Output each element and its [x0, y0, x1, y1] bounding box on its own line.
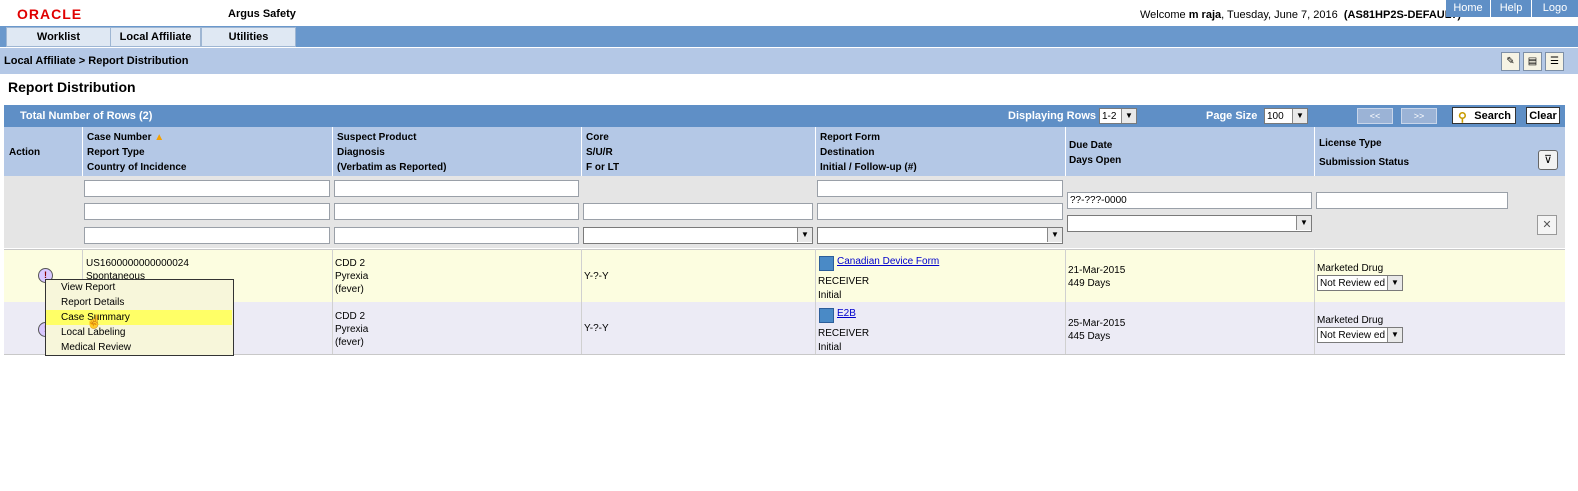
days-open: 449 Days: [1068, 278, 1111, 289]
destination: RECEIVER: [818, 276, 870, 287]
case-number-filter[interactable]: [84, 180, 330, 197]
diagnosis: Pyrexia: [335, 271, 369, 282]
home-link[interactable]: Home: [1446, 0, 1490, 17]
report-form-link[interactable]: Canadian Device Form: [837, 256, 939, 267]
page-title: Report Distribution: [8, 79, 136, 95]
open-folder-icon[interactable]: ▤: [1523, 52, 1542, 71]
chevron-down-icon: ▼: [1387, 328, 1402, 342]
initial-followup-filter-select[interactable]: ▼: [817, 227, 1063, 244]
verbatim: (fever): [335, 284, 364, 295]
product-filter[interactable]: [334, 180, 579, 197]
grid-toolbar: [4, 105, 1565, 127]
chevron-down-icon: ▼: [1387, 276, 1402, 290]
sort-asc-icon: ▲: [154, 132, 165, 143]
menu-local-affiliate[interactable]: Local Affiliate: [110, 27, 201, 47]
displaying-rows-select[interactable]: 1-2 ▼: [1099, 108, 1137, 124]
report-form-icon: [819, 308, 834, 323]
menu-worklist[interactable]: Worklist: [6, 27, 111, 47]
chevron-down-icon: ▼: [1296, 216, 1311, 230]
initial-followup: Initial: [818, 342, 842, 353]
license-type: Marketed Drug: [1317, 263, 1384, 274]
chevron-down-icon: ▼: [1047, 228, 1062, 242]
verbatim-filter[interactable]: [334, 227, 579, 244]
breadcrumb: Local Affiliate > Report Distribution: [4, 55, 189, 67]
column-divider: [581, 127, 582, 176]
core-value: Y-?-Y: [584, 323, 609, 334]
prev-page-button[interactable]: <<: [1357, 108, 1393, 124]
oracle-logo: ORACLE: [17, 6, 83, 22]
column-divider: [815, 127, 816, 176]
destination: RECEIVER: [818, 328, 870, 339]
license-type: Marketed Drug: [1317, 315, 1384, 326]
col-action: Action: [9, 147, 41, 158]
menu-medical-review[interactable]: Medical Review: [46, 340, 232, 355]
menu-local-labeling[interactable]: Local Labeling: [46, 325, 232, 340]
license-type-filter[interactable]: [1316, 192, 1508, 209]
suspect-product: CDD 2: [335, 258, 366, 269]
next-page-button[interactable]: >>: [1401, 108, 1437, 124]
welcome-text: Welcome m raja, Tuesday, June 7, 2016 (A…: [1140, 9, 1462, 21]
menu-utilities[interactable]: Utilities: [201, 27, 296, 47]
hand-cursor-icon: ☝: [86, 314, 103, 329]
filter-icon[interactable]: ⊽: [1538, 150, 1558, 170]
row-divider: [1314, 249, 1315, 354]
report-form-link[interactable]: E2B: [837, 308, 856, 319]
search-icon: ⚲: [1458, 110, 1467, 124]
column-divider: [332, 127, 333, 176]
for-lt-filter-select[interactable]: ▼: [583, 227, 813, 244]
col-product[interactable]: Suspect Product Diagnosis (Verbatim as Rep…: [337, 130, 446, 175]
row-divider: [332, 249, 333, 354]
column-divider: [1314, 127, 1315, 176]
page-size-select[interactable]: 100 ▼: [1264, 108, 1308, 124]
total-rows-label: Total Number of Rows (2): [20, 110, 153, 122]
column-divider: [1065, 127, 1066, 176]
diagnosis-filter[interactable]: [334, 203, 579, 220]
suspect-product: CDD 2: [335, 311, 366, 322]
app-name: Argus Safety: [228, 8, 296, 20]
days-open-filter-select[interactable]: ▼: [1067, 215, 1312, 232]
col-case[interactable]: Case Number ▲ Report Type Country of Inc…: [87, 130, 186, 175]
report-type-filter[interactable]: [84, 203, 330, 220]
clear-button[interactable]: Clear: [1526, 107, 1560, 124]
column-divider: [82, 127, 83, 176]
submission-status-select[interactable]: Not Review ed ▼: [1317, 275, 1403, 291]
row-divider: [815, 249, 816, 354]
help-link[interactable]: Help: [1491, 0, 1531, 17]
list-view-icon[interactable]: ☰: [1545, 52, 1564, 71]
col-report[interactable]: Report Form Destination Initial / Follow-u…: [820, 130, 917, 175]
breadcrumb-bar: [0, 48, 1578, 74]
core-filter[interactable]: [583, 203, 813, 220]
due-date: 25-Mar-2015: [1068, 318, 1126, 329]
chevron-down-icon: ▼: [1292, 109, 1307, 123]
diagnosis: Pyrexia: [335, 324, 369, 335]
chevron-down-icon: ▼: [797, 228, 812, 242]
col-license[interactable]: License Type Submission Status: [1319, 134, 1409, 172]
days-open: 445 Days: [1068, 331, 1111, 342]
submission-status-select[interactable]: Not Review ed ▼: [1317, 327, 1403, 343]
logout-link[interactable]: Logo: [1532, 0, 1578, 17]
displaying-rows-label: Displaying Rows: [1008, 110, 1097, 122]
core-value: Y-?-Y: [584, 271, 609, 282]
verbatim: (fever): [335, 337, 364, 348]
report-form-filter[interactable]: [817, 180, 1063, 197]
chevron-down-icon: ▼: [1121, 109, 1136, 123]
col-due[interactable]: Due Date Days Open: [1069, 138, 1121, 168]
row-divider: [1065, 249, 1066, 354]
col-core[interactable]: Core S/U/R F or LT: [586, 130, 619, 175]
due-date-filter[interactable]: ??-???-0000: [1067, 192, 1312, 209]
row-divider: [581, 249, 582, 354]
country-filter[interactable]: [84, 227, 330, 244]
new-document-icon[interactable]: ✎: [1501, 52, 1520, 71]
destination-filter[interactable]: [817, 203, 1063, 220]
menu-view-report[interactable]: View Report: [46, 280, 232, 295]
clear-filter-icon[interactable]: ✕: [1537, 215, 1557, 235]
search-button[interactable]: ⚲ Search: [1452, 107, 1516, 124]
case-number: US1600000000000024: [86, 258, 189, 269]
report-form-icon: [819, 256, 834, 271]
page-size-label: Page Size: [1206, 110, 1258, 122]
initial-followup: Initial: [818, 290, 842, 301]
due-date: 21-Mar-2015: [1068, 265, 1126, 276]
menu-case-summary[interactable]: Case Summary: [46, 310, 232, 325]
menu-report-details[interactable]: Report Details: [46, 295, 232, 310]
